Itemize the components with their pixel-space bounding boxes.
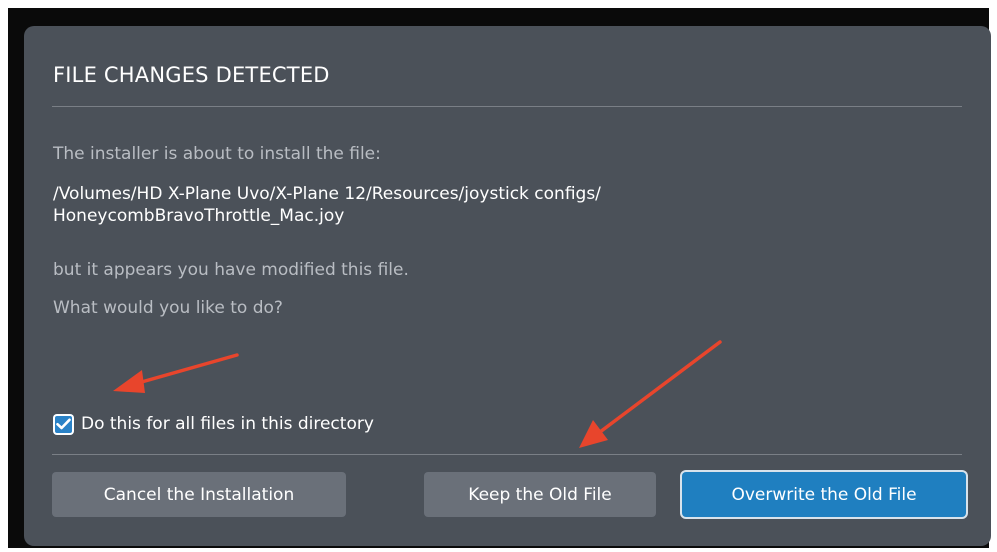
overwrite-old-file-button[interactable]: Overwrite the Old File xyxy=(682,472,966,517)
apply-all-label: Do this for all files in this directory xyxy=(81,414,374,434)
check-icon xyxy=(56,418,71,430)
cancel-installation-button[interactable]: Cancel the Installation xyxy=(52,472,346,517)
intro-message: The installer is about to install the fi… xyxy=(53,144,381,164)
file-changes-dialog: FILE CHANGES DETECTED The installer is a… xyxy=(24,26,991,546)
file-path-line-2: HoneycombBravoThrottle_Mac.joy xyxy=(53,206,345,226)
apply-all-checkbox[interactable] xyxy=(53,413,74,435)
apply-all-option[interactable]: Do this for all files in this directory xyxy=(53,412,374,436)
file-path-line-1: /Volumes/HD X-Plane Uvo/X-Plane 12/Resou… xyxy=(53,184,601,204)
modified-notice: but it appears you have modified this fi… xyxy=(53,260,409,280)
dialog-title: FILE CHANGES DETECTED xyxy=(53,63,330,87)
file-path: /Volumes/HD X-Plane Uvo/X-Plane 12/Resou… xyxy=(53,183,601,227)
question-text: What would you like to do? xyxy=(53,298,283,318)
button-divider xyxy=(52,454,962,455)
keep-old-file-button[interactable]: Keep the Old File xyxy=(424,472,656,517)
title-divider xyxy=(52,106,962,107)
